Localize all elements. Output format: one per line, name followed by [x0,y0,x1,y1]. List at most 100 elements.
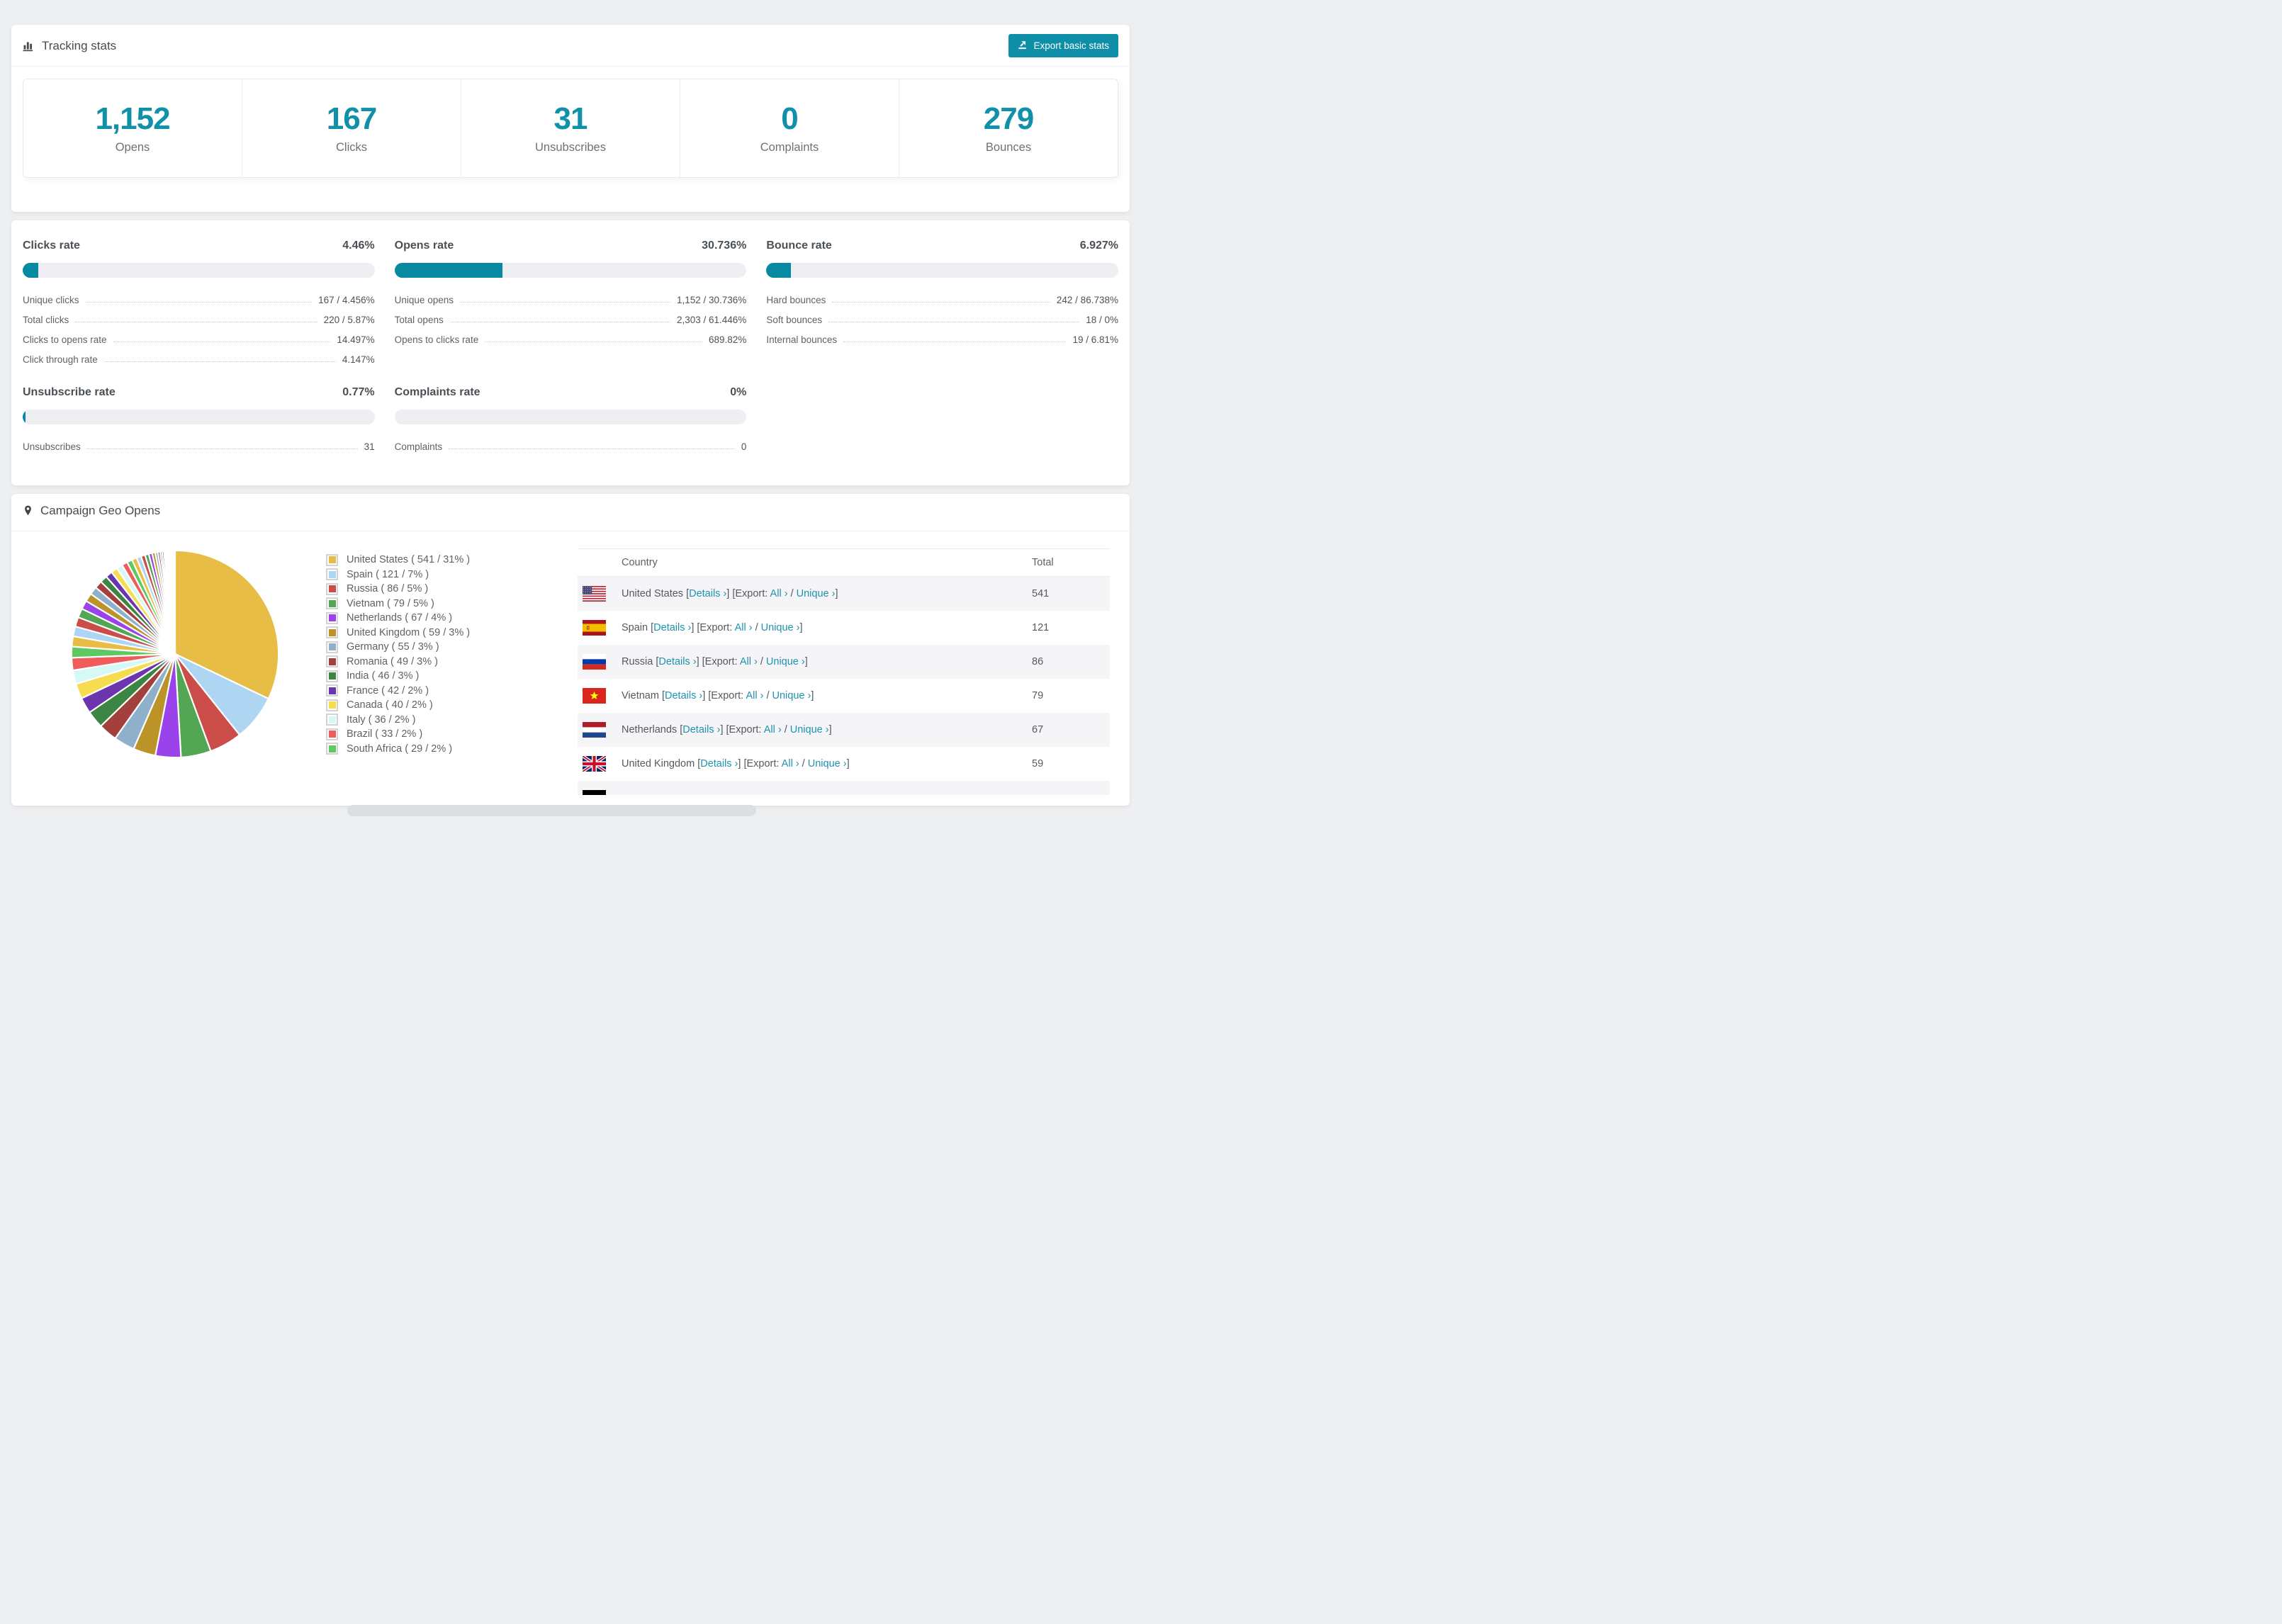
detail-value: 220 / 5.87% [323,315,375,325]
page-title: Tracking stats [42,39,117,52]
legend-swatch [326,626,338,639]
stat-value-unsubscribes: 31 [553,101,588,136]
detail-row: Hard bounces 242 / 86.738% [766,288,1118,308]
detail-value: 0 [741,441,747,452]
export-unique-link-spain[interactable]: Unique › [761,622,800,633]
details-link-united-states[interactable]: Details › [689,588,726,599]
export-unique-link-united-states[interactable]: Unique › [797,588,836,599]
country-cell-vietnam: Vietnam [Details ›] [Export: All › / Uni… [622,690,814,701]
detail-value: 19 / 6.81% [1072,334,1118,345]
geo-table: Country Total United States [Details ›] … [578,548,1110,795]
detail-row: Total clicks 220 / 5.87% [23,308,375,327]
details-link-united-kingdom[interactable]: Details › [700,758,738,769]
export-all-link-united-kingdom[interactable]: All › [782,758,799,769]
detail-row: Unique clicks 167 / 4.456% [23,288,375,308]
flag-Netherlands-icon [583,722,606,738]
detail-value: 18 / 0% [1086,315,1118,325]
rate-block-complaints-rate: Complaints rate 0% Complaints 0 [394,385,747,454]
stat-label-unsubscribes: Unsubscribes [535,141,606,154]
legend-swatch [326,728,338,740]
export-unique-link-united-kingdom[interactable]: Unique › [808,758,847,769]
details-link-spain[interactable]: Details › [653,622,691,633]
rate-block-clicks-rate: Clicks rate 4.46% Unique clicks 167 / 4.456… [23,239,375,367]
detail-value: 167 / 4.456% [318,295,375,305]
rate-value-opens-rate: 30.736% [702,239,747,252]
progress-track-complaints-rate [394,410,747,424]
detail-row: Unique opens 1,152 / 30.736% [395,288,747,308]
details-link-russia[interactable]: Details › [658,656,696,667]
export-basic-stats-button[interactable]: Export basic stats [1008,34,1118,57]
detail-row: Click through rate 4.147% [23,347,375,367]
rate-block-bounce-rate: Bounce rate 6.927% Hard bounces 242 / 86.73… [766,239,1118,367]
dotted-leader [459,302,670,303]
progress-track-unsubscribe-rate [23,410,375,424]
rate-title-unsubscribe-rate: Unsubscribe rate [23,386,116,398]
legend-label: Romania ( 49 / 3% ) [347,655,438,667]
export-all-link-russia[interactable]: All › [740,656,758,667]
legend-swatch [326,684,338,697]
total-cell-vietnam: 79 [1032,690,1044,701]
export-all-link-spain[interactable]: All › [735,622,753,633]
legend-item-united-kingdom: United Kingdom ( 59 / 3% ) [326,626,470,641]
stat-label-complaints: Complaints [760,141,819,154]
table-row-united-states: United States [Details ›] [Export: All ›… [578,577,1110,611]
export-all-link-netherlands[interactable]: All › [764,724,782,735]
stat-cell-complaints: 0 Complaints [680,79,899,177]
stat-cell-opens: 1,152 Opens [23,79,242,177]
progress-fill-bounce-rate [766,263,791,278]
legend-item-italy: Italy ( 36 / 2% ) [326,713,470,728]
detail-row: Unsubscribes 31 [23,434,375,454]
detail-label: Internal bounces [766,334,838,345]
legend-item-india: India ( 46 / 3% ) [326,669,470,684]
stat-label-clicks: Clicks [336,141,367,154]
stat-value-opens: 1,152 [95,101,170,136]
export-unique-link-netherlands[interactable]: Unique › [790,724,829,735]
detail-value: 689.82% [709,334,747,345]
rate-block-opens-rate: Opens rate 30.736% Unique opens 1,152 / 30.… [394,239,747,367]
rate-detail-rows: Hard bounces 242 / 86.738% Soft bounces 18 … [766,288,1118,347]
legend-label: Brazil ( 33 / 2% ) [347,728,423,740]
legend-label: Vietnam ( 79 / 5% ) [347,597,434,609]
detail-label: Click through rate [23,354,98,365]
detail-label: Complaints [394,441,443,452]
detail-label: Unique opens [394,295,454,305]
horizontal-scrollbar-thumb[interactable] [347,805,756,816]
legend-item-vietnam: Vietnam ( 79 / 5% ) [326,597,470,611]
legend-item-canada: Canada ( 40 / 2% ) [326,698,470,713]
legend-label: Germany ( 55 / 3% ) [347,641,439,653]
detail-row: Opens to clicks rate 689.82% [395,327,747,347]
legend-swatch [326,641,338,653]
detail-label: Opens to clicks rate [394,334,479,345]
country-cell-netherlands: Netherlands [Details ›] [Export: All › /… [622,724,832,735]
legend-item-united-states: United States ( 541 / 31% ) [326,553,470,568]
table-row-spain: Spain [Details ›] [Export: All › / Uniqu… [578,611,1110,645]
detail-row: Clicks to opens rate 14.497% [23,327,375,347]
detail-row: Complaints 0 [395,434,747,454]
legend-item-south-africa: South Africa ( 29 / 2% ) [326,742,470,757]
legend-swatch [326,568,338,581]
rate-head-clicks-rate: Clicks rate 4.46% [23,239,375,252]
export-all-link-united-states[interactable]: All › [770,588,788,599]
rate-detail-rows: Unique clicks 167 / 4.456% Total clicks 220… [23,288,375,367]
detail-row: Internal bounces 19 / 6.81% [766,327,1118,347]
legend-swatch [326,611,338,624]
progress-fill-unsubscribe-rate [23,410,26,424]
stat-label-opens: Opens [115,141,150,154]
table-row-partial [578,781,1110,795]
export-unique-link-vietnam[interactable]: Unique › [772,690,811,701]
rate-head-complaints-rate: Complaints rate 0% [395,385,747,399]
summary-stats-row: 1,152 Opens 167 Clicks 31 Unsubscribes 0 Compla… [23,79,1118,178]
export-all-link-vietnam[interactable]: All › [746,690,763,701]
legend-swatch [326,655,338,668]
legend-swatch [326,582,338,595]
total-cell-spain: 121 [1032,622,1050,633]
export-unique-link-russia[interactable]: Unique › [766,656,805,667]
detail-value: 242 / 86.738% [1056,295,1118,305]
dotted-leader [85,302,313,303]
legend-item-spain: Spain ( 121 / 7% ) [326,568,470,582]
details-link-vietnam[interactable]: Details › [665,690,702,701]
progress-track-bounce-rate [766,263,1118,278]
details-link-netherlands[interactable]: Details › [682,724,720,735]
stat-cell-bounces: 279 Bounces [899,79,1118,177]
total-cell-united-kingdom: 59 [1032,758,1044,769]
